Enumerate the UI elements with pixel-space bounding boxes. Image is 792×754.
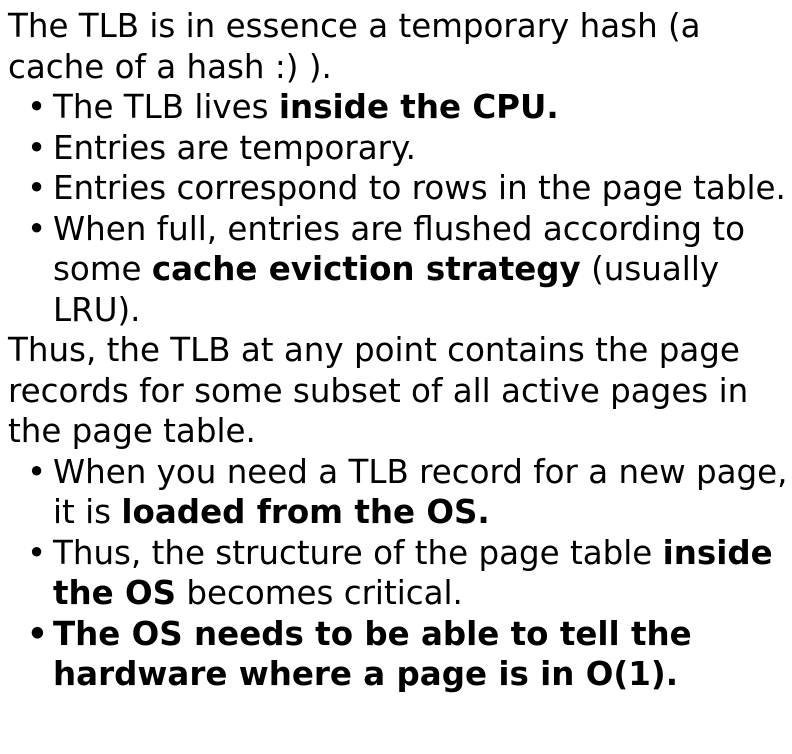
item-text: Entries are temporary. [53,128,416,167]
summary-paragraph: Thus, the TLB at any point contains the … [8,331,749,450]
item-text: The TLB lives [53,88,279,126]
slide: The TLB is in essence a temporary hash (… [0,0,792,754]
item-text: The OS needs to be able to tell the hard… [53,614,692,694]
list-item: • When you need a TLB record for a new p… [8,452,792,533]
bullet: • [27,128,47,167]
item-text: Entries correspond to rows in the page t… [53,169,786,207]
bullet: • [27,533,47,572]
item-emphasis: inside the CPU. [278,88,559,126]
list-item: • Thus, the structure of the page table … [8,533,792,614]
item-text: Thus, the structure of the page table [53,533,663,572]
list-item: • The TLB lives inside the CPU. [8,87,792,128]
list-item: • The OS needs to be able to tell the ha… [8,614,792,695]
bullet: • [27,452,47,491]
intro-paragraph: The TLB is in essence a temporary hash (… [8,7,701,86]
bullet: • [27,169,47,207]
item-text-after: becomes critical. [176,574,463,612]
list-item: • Entries correspond to rows in the page… [8,168,792,209]
bullet: • [27,614,48,653]
bullet: • [27,88,47,126]
item-emphasis: loaded from the OS. [121,493,490,531]
os-requirements-list: • When you need a TLB record for a new p… [8,452,792,695]
list-item: • When full, entries are flushed accordi… [8,209,792,331]
bullet: • [27,209,47,248]
list-item: • Entries are temporary. [8,128,792,169]
item-emphasis: cache eviction strategy [151,250,581,288]
tlb-properties-list: • The TLB lives inside the CPU. • Entrie… [8,87,792,330]
